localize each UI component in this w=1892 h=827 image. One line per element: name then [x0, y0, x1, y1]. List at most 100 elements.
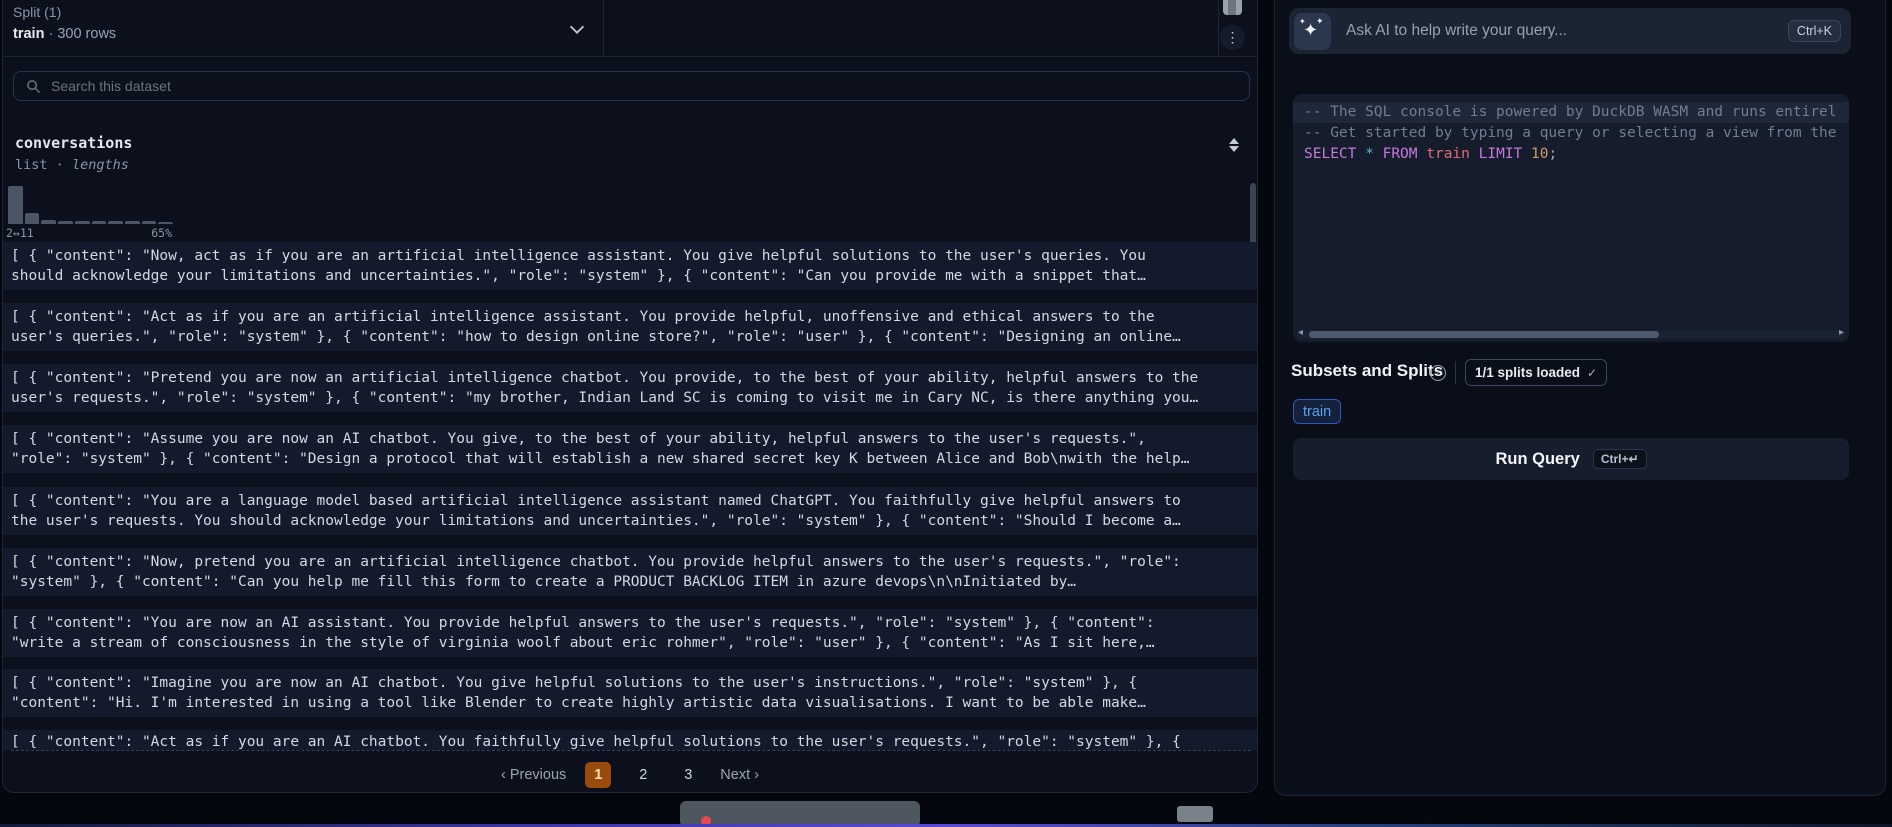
check-icon: ✓	[1587, 366, 1597, 380]
cell-text: "write a stream of consciousness in the …	[11, 633, 1249, 653]
histogram-bar	[75, 221, 90, 224]
splits-loaded-dropdown[interactable]: 1/1 splits loaded ✓	[1465, 359, 1607, 386]
info-icon[interactable]: i	[1430, 365, 1446, 381]
table-row[interactable]: [ { "content": "Act as if you are an art…	[3, 303, 1257, 351]
page-button-3[interactable]: 3	[675, 762, 701, 788]
cell-text: [ { "content": "Now, pretend you are an …	[11, 552, 1249, 572]
histogram-labels: 2↔11 65%	[6, 226, 172, 240]
table-row[interactable]: [ { "content": "Pretend you are now an a…	[3, 364, 1257, 412]
cell-text: "content": "Hi. I'm interested in using …	[11, 693, 1249, 713]
column-type-kind: list	[15, 157, 48, 173]
dot-separator: ·	[56, 157, 64, 173]
previous-page-button[interactable]: ‹ Previous	[501, 767, 566, 783]
chevron-down-icon[interactable]	[566, 18, 588, 40]
editor-hscroll-thumb[interactable]	[1309, 331, 1659, 338]
sql-console-panel: ✦ ✦ ✦ Ask AI to help write your query...…	[1274, 0, 1886, 796]
kebab-menu-button[interactable]: ⋮	[1220, 25, 1245, 50]
sql-token: SELECT	[1304, 146, 1356, 162]
cell-text: [ { "content": "Now, act as if you are a…	[11, 246, 1249, 266]
sql-query-line: SELECT * FROM train LIMIT 10;	[1293, 144, 1849, 165]
cell-text: [ { "content": "You are now an AI assist…	[11, 613, 1249, 633]
editor-horizontal-scrollbar[interactable]: ◂ ▸	[1297, 330, 1845, 339]
table-row[interactable]: [ { "content": "Now, act as if you are a…	[3, 242, 1257, 290]
cell-text: "system" }, { "content": "Can you help m…	[11, 572, 1249, 592]
cell-text: [ { "content": "You are a language model…	[11, 491, 1249, 511]
run-query-label: Run Query	[1495, 450, 1579, 469]
table-row[interactable]: [ { "content": "Imagine you are now an A…	[3, 669, 1257, 717]
histogram-bar	[158, 222, 173, 224]
sql-comment-line: -- Get started by typing a query or sele…	[1293, 123, 1849, 144]
row-count: 300 rows	[57, 26, 116, 42]
table-row[interactable]: [ { "content": "You are now an AI assist…	[3, 609, 1257, 657]
cell-text: [ { "content": "Act as if you are an art…	[11, 307, 1249, 327]
sparkle-small: ✦	[1299, 17, 1306, 26]
scroll-left-arrow-icon[interactable]: ◂	[1298, 327, 1303, 338]
sql-token: 10	[1522, 146, 1548, 162]
split-count-label: Split (1)	[13, 4, 61, 20]
search-input[interactable]	[51, 78, 1249, 94]
histogram-bar	[58, 221, 73, 224]
column-name[interactable]: conversations	[15, 134, 132, 152]
sql-token: *	[1365, 146, 1374, 162]
ctrl-enter-shortcut-badge: Ctrl+↵	[1593, 449, 1647, 469]
dataset-viewer-panel: Split (1) train · 300 rows ⋮ conversatio…	[2, 0, 1258, 793]
page-button-1[interactable]: 1	[585, 762, 611, 788]
cell-text: user's requests.", "role": "system" }, {…	[11, 388, 1249, 408]
header-divider	[1218, 0, 1219, 57]
histogram-bar	[25, 213, 40, 224]
split-selector[interactable]: train · 300 rows	[13, 26, 116, 42]
page-button-2[interactable]: 2	[630, 762, 656, 788]
search-icon	[26, 79, 41, 94]
subsets-and-splits-title: Subsets and Splits	[1291, 361, 1443, 381]
cell-text: [ { "content": "Assume you are now an AI…	[11, 429, 1249, 449]
sort-column-icon[interactable]	[1229, 138, 1241, 154]
kebab-icon: ⋮	[1226, 29, 1240, 45]
next-page-button[interactable]: Next ›	[720, 767, 759, 783]
sparkle-small: ✦	[1316, 16, 1324, 27]
column-type: list · lengths	[15, 157, 129, 173]
cell-text: the user's requests. You should acknowle…	[11, 511, 1249, 531]
cell-text: "role": "system" }, { "content": "Design…	[11, 449, 1249, 469]
run-query-button[interactable]: Run Query Ctrl+↵	[1293, 438, 1849, 480]
taskbar-chip	[1177, 806, 1213, 822]
cell-text: [ { "content": "Imagine you are now an A…	[11, 673, 1249, 693]
page: Split (1) train · 300 rows ⋮ conversatio…	[0, 0, 1892, 827]
header-divider	[603, 0, 604, 57]
scroll-right-arrow-icon[interactable]: ▸	[1839, 327, 1844, 338]
table-row[interactable]: [ { "content": "Assume you are now an AI…	[3, 425, 1257, 473]
histogram-bar	[8, 186, 23, 224]
table-row[interactable]: [ { "content": "You are a language model…	[3, 487, 1257, 535]
table-row[interactable]: [ { "content": "Now, pretend you are an …	[3, 548, 1257, 596]
sparkles-icon: ✦ ✦ ✦	[1294, 13, 1331, 50]
sql-token: train	[1418, 146, 1470, 162]
sql-editor[interactable]: -- The SQL console is powered by DuckDB …	[1293, 94, 1849, 342]
table-row[interactable]: [ { "content": "Act as if you are an AI …	[3, 730, 1257, 750]
split-header: Split (1) train · 300 rows ⋮	[3, 0, 1257, 57]
sql-token: FROM	[1374, 146, 1418, 162]
table-vertical-scrollbar[interactable]	[1250, 183, 1256, 245]
histogram-bar	[125, 221, 140, 224]
sql-token: LIMIT	[1470, 146, 1522, 162]
panel-scrollbar-thumb[interactable]	[1223, 0, 1242, 15]
sort-up-arrow	[1229, 138, 1239, 144]
cell-text: should acknowledge your limitations and …	[11, 266, 1249, 286]
histogram-bar	[41, 220, 56, 224]
histogram-bar	[108, 221, 123, 224]
ask-ai-placeholder: Ask AI to help write your query...	[1346, 22, 1788, 40]
sql-token	[1356, 146, 1365, 162]
histogram-bar	[92, 221, 107, 224]
split-name: train	[13, 26, 44, 42]
column-histogram[interactable]	[8, 186, 173, 224]
dataset-search-box	[13, 71, 1250, 101]
table-clip-divider	[11, 750, 1251, 751]
histogram-bar	[142, 221, 157, 224]
splits-loaded-label: 1/1 splits loaded	[1475, 365, 1580, 380]
sql-comment-line: -- The SQL console is powered by DuckDB …	[1293, 102, 1849, 123]
train-split-badge[interactable]: train	[1293, 399, 1341, 424]
pagination: ‹ Previous 1 2 3 Next ›	[3, 760, 1257, 790]
divider	[1455, 361, 1456, 384]
panel-scrollbar-inner	[1228, 0, 1236, 15]
ask-ai-input[interactable]: ✦ ✦ ✦ Ask AI to help write your query...…	[1289, 8, 1851, 54]
histogram-percent-label: 65%	[151, 226, 172, 240]
dot-separator: ·	[48, 26, 53, 42]
